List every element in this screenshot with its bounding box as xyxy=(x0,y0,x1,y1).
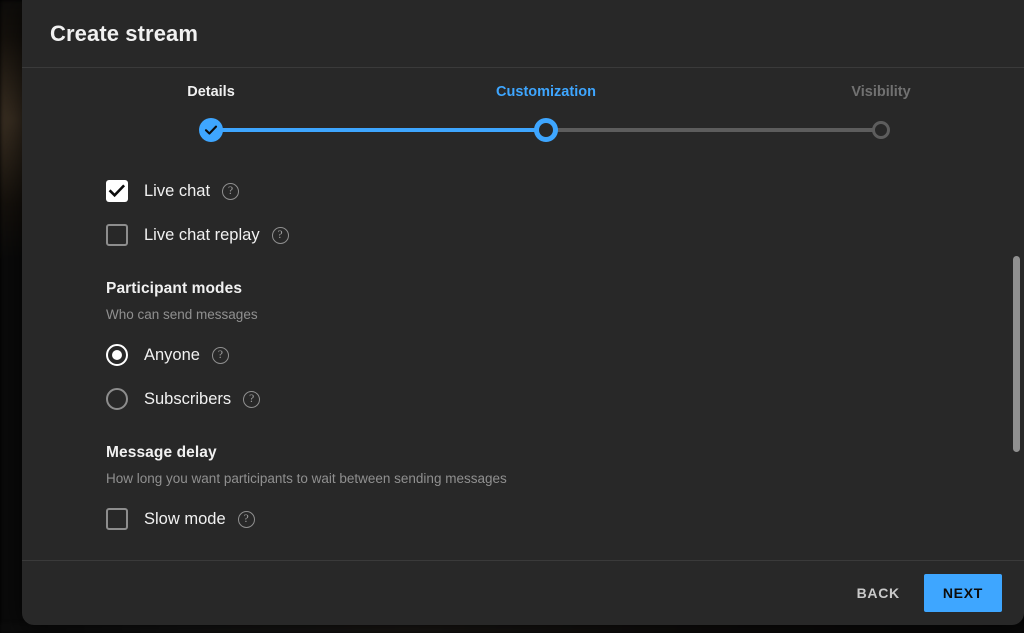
help-icon-live-chat[interactable]: ? xyxy=(222,182,240,200)
dialog-scroll-area[interactable]: Live Chat Live chat ? Live chat replay ? xyxy=(22,156,1024,561)
step-label-visibility[interactable]: Visibility xyxy=(851,84,910,100)
dialog-header: Create stream xyxy=(22,0,1024,68)
step-node-visibility[interactable] xyxy=(872,121,890,139)
stepper-labels: Details Customization Visibility xyxy=(22,84,1024,108)
check-icon xyxy=(204,123,218,137)
radio-row-anyone[interactable]: Anyone ? xyxy=(106,338,998,372)
section-title-message-delay: Message delay xyxy=(106,444,217,461)
stepper-progress-filled xyxy=(211,128,546,132)
checkmark-icon xyxy=(108,184,126,198)
checkbox-live-chat-replay[interactable] xyxy=(106,224,128,246)
checkbox-label-live-chat: Live chat xyxy=(144,181,211,200)
radio-row-subscribers[interactable]: Subscribers ? xyxy=(106,382,998,416)
checkbox-row-live-chat[interactable]: Live chat ? xyxy=(106,174,998,208)
radio-subscribers[interactable] xyxy=(106,388,128,410)
step-node-details[interactable] xyxy=(199,118,223,142)
checkbox-row-slow-mode[interactable]: Slow mode ? xyxy=(106,502,998,536)
section-title-participant-modes: Participant modes xyxy=(106,280,243,297)
scrollbar-thumb[interactable] xyxy=(1013,256,1020,452)
dialog-footer: BACK NEXT xyxy=(22,561,1024,625)
back-button[interactable]: BACK xyxy=(841,575,916,611)
dialog-title: Create stream xyxy=(50,20,199,46)
help-icon-subscribers[interactable]: ? xyxy=(243,390,261,408)
step-label-details[interactable]: Details xyxy=(187,84,235,100)
stepper: Details Customization Visibility xyxy=(22,68,1024,156)
help-icon-live-chat-replay[interactable]: ? xyxy=(271,226,289,244)
step-node-customization[interactable] xyxy=(534,118,558,142)
radio-label-subscribers: Subscribers xyxy=(144,389,232,408)
vertical-scrollbar[interactable] xyxy=(1013,160,1020,556)
checkbox-label-live-chat-replay: Live chat replay xyxy=(144,225,260,244)
help-icon-anyone[interactable]: ? xyxy=(211,346,229,364)
stepper-progress-remaining xyxy=(546,128,881,132)
step-label-customization[interactable]: Customization xyxy=(496,84,596,100)
radio-anyone[interactable] xyxy=(106,344,128,366)
next-button[interactable]: NEXT xyxy=(923,574,1002,612)
checkbox-slow-mode[interactable] xyxy=(106,508,128,530)
checkbox-label-slow-mode: Slow mode xyxy=(144,509,226,528)
help-icon-slow-mode[interactable]: ? xyxy=(237,510,255,528)
checkbox-row-live-chat-replay[interactable]: Live chat replay ? xyxy=(106,218,998,252)
create-stream-dialog: Create stream Details Customization Visi… xyxy=(22,0,1024,625)
radio-label-anyone: Anyone xyxy=(144,345,200,364)
section-subtitle-participant-modes: Who can send messages xyxy=(106,307,258,322)
settings-content: Live Chat Live chat ? Live chat replay ? xyxy=(22,156,1024,560)
section-subtitle-message-delay: How long you want participants to wait b… xyxy=(106,471,507,486)
checkbox-live-chat[interactable] xyxy=(106,180,128,202)
stepper-track xyxy=(22,114,1024,150)
